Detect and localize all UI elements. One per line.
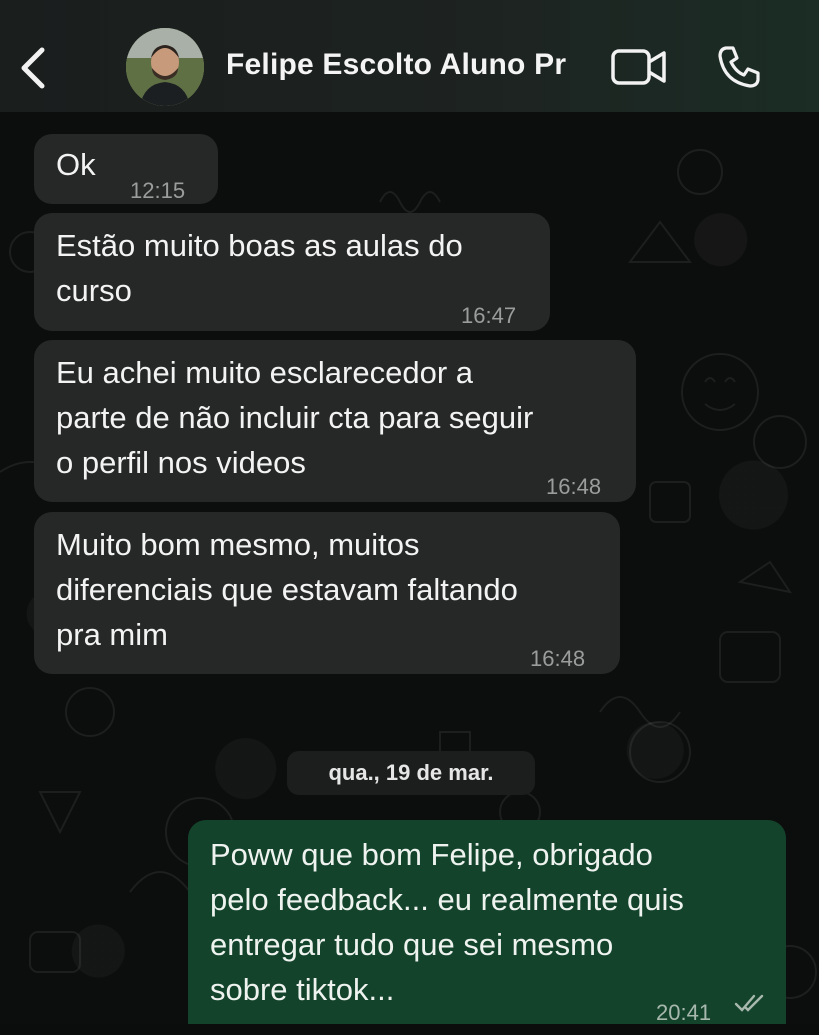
video-call-button[interactable] xyxy=(610,46,668,88)
message-time: 16:48 xyxy=(546,474,602,499)
message-time: 16:47 xyxy=(461,303,517,328)
back-button[interactable] xyxy=(14,42,54,94)
message-time: 16:48 xyxy=(530,646,586,671)
chat-header: Felipe Escolto Aluno Pr xyxy=(0,0,819,112)
incoming-message[interactable]: Ok 12:15 xyxy=(34,134,218,204)
incoming-message[interactable]: Muito bom mesmo, muitos diferenciais que… xyxy=(34,512,620,674)
outgoing-message[interactable]: Poww que bom Felipe, obrigado pelo feedb… xyxy=(188,820,786,1025)
video-camera-icon xyxy=(611,49,666,85)
voice-call-button[interactable] xyxy=(716,44,762,90)
double-check-icon xyxy=(734,994,764,1012)
date-separator: qua., 19 de mar. xyxy=(287,751,535,795)
message-time: 20:41 xyxy=(656,1000,712,1025)
contact-name[interactable]: Felipe Escolto Aluno Pr xyxy=(226,48,566,82)
message-text: Poww que bom Felipe, obrigado pelo feedb… xyxy=(210,837,684,1007)
avatar[interactable] xyxy=(126,28,204,106)
incoming-message[interactable]: Estão muito boas as aulas do curso 16:47 xyxy=(34,213,550,331)
chevron-left-icon xyxy=(21,47,45,89)
message-time: 12:15 xyxy=(130,178,186,203)
message-text: Ok xyxy=(56,147,96,182)
message-text: Eu achei muito esclarecedor a parte de n… xyxy=(56,355,534,480)
phone-icon xyxy=(718,46,760,88)
contact-photo xyxy=(126,28,204,106)
message-text: Estão muito boas as aulas do curso xyxy=(56,228,463,308)
incoming-message[interactable]: Eu achei muito esclarecedor a parte de n… xyxy=(34,340,636,502)
message-text: Muito bom mesmo, muitos diferenciais que… xyxy=(56,527,518,652)
